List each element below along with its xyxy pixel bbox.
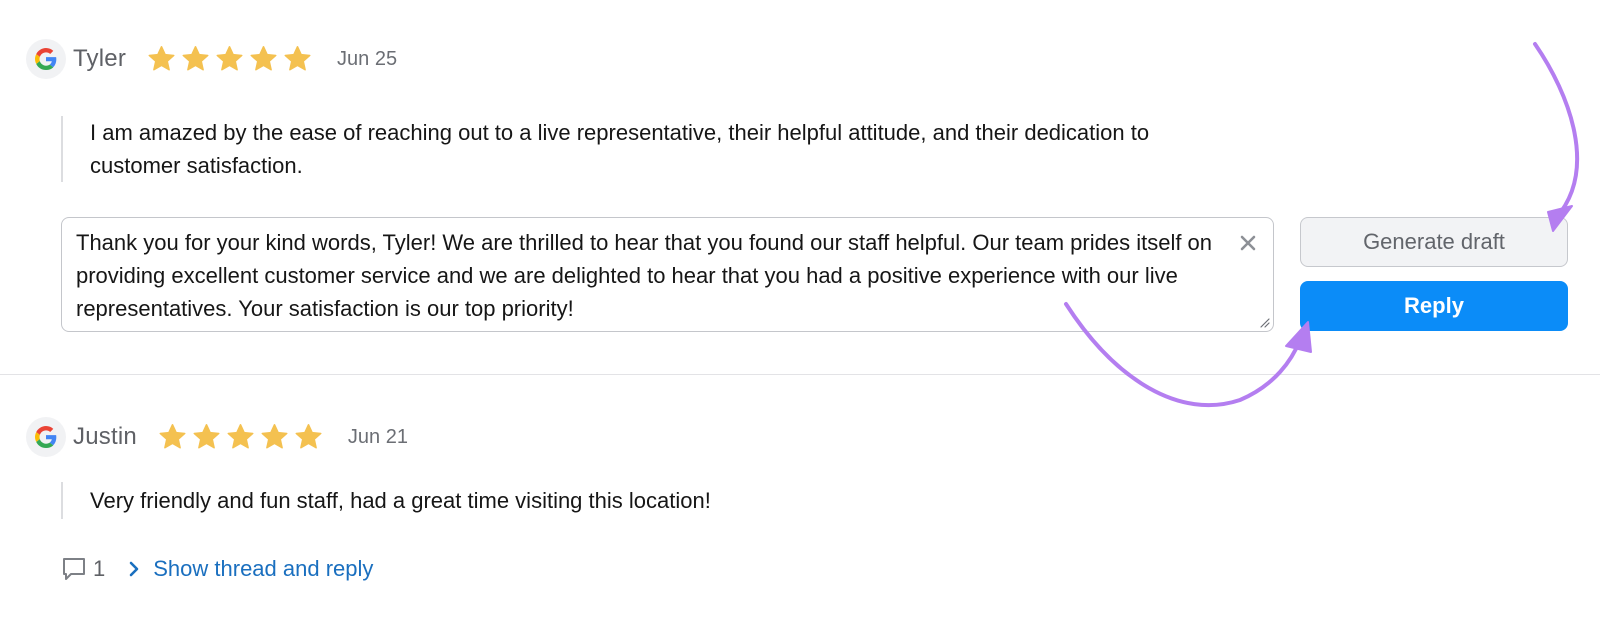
reply-button[interactable]: Reply xyxy=(1300,281,1568,331)
review-text: Very friendly and fun staff, had a great… xyxy=(61,482,1190,519)
star-icon xyxy=(284,46,311,71)
review-header: Tyler Jun 25 xyxy=(26,39,397,79)
star-icon xyxy=(261,424,288,449)
review-card: Justin Jun 21 Very friendly and fun staf… xyxy=(0,375,1600,627)
star-rating xyxy=(157,422,324,452)
review-date: Jun 25 xyxy=(337,47,398,70)
review-author: Tyler xyxy=(73,45,127,72)
star-rating xyxy=(146,44,313,74)
review-text: I am amazed by the ease of reaching out … xyxy=(61,116,1220,182)
chevron-right-icon xyxy=(129,561,139,577)
avatar xyxy=(26,417,66,457)
google-logo-icon xyxy=(35,426,57,448)
review-date: Jun 21 xyxy=(347,425,408,448)
review-meta: 1 Show thread and reply xyxy=(61,554,373,584)
comment-icon xyxy=(63,558,85,580)
star-icon xyxy=(250,46,277,71)
star-icon xyxy=(148,46,175,71)
review-card: Tyler Jun 25 I am amazed by the ease of … xyxy=(0,0,1600,374)
review-author: Justin xyxy=(73,423,137,450)
google-logo-icon xyxy=(35,48,57,70)
star-icon xyxy=(159,424,186,449)
comment-count: 1 xyxy=(93,556,106,581)
show-thread-label[interactable]: Show thread and reply xyxy=(153,556,373,582)
star-icon xyxy=(295,424,322,449)
close-icon[interactable] xyxy=(1239,234,1257,252)
star-icon xyxy=(227,424,254,449)
resize-handle-icon[interactable] xyxy=(1258,316,1270,328)
star-icon xyxy=(182,46,209,71)
show-thread-link[interactable]: Show thread and reply xyxy=(127,556,373,582)
reply-draft-text[interactable]: Thank you for your kind words, Tyler! We… xyxy=(76,226,1216,325)
generate-draft-button[interactable]: Generate draft xyxy=(1300,217,1568,267)
reply-textarea[interactable]: Thank you for your kind words, Tyler! We… xyxy=(61,217,1274,332)
review-header: Justin Jun 21 xyxy=(26,417,408,457)
avatar xyxy=(26,39,66,79)
star-icon xyxy=(193,424,220,449)
star-icon xyxy=(216,46,243,71)
